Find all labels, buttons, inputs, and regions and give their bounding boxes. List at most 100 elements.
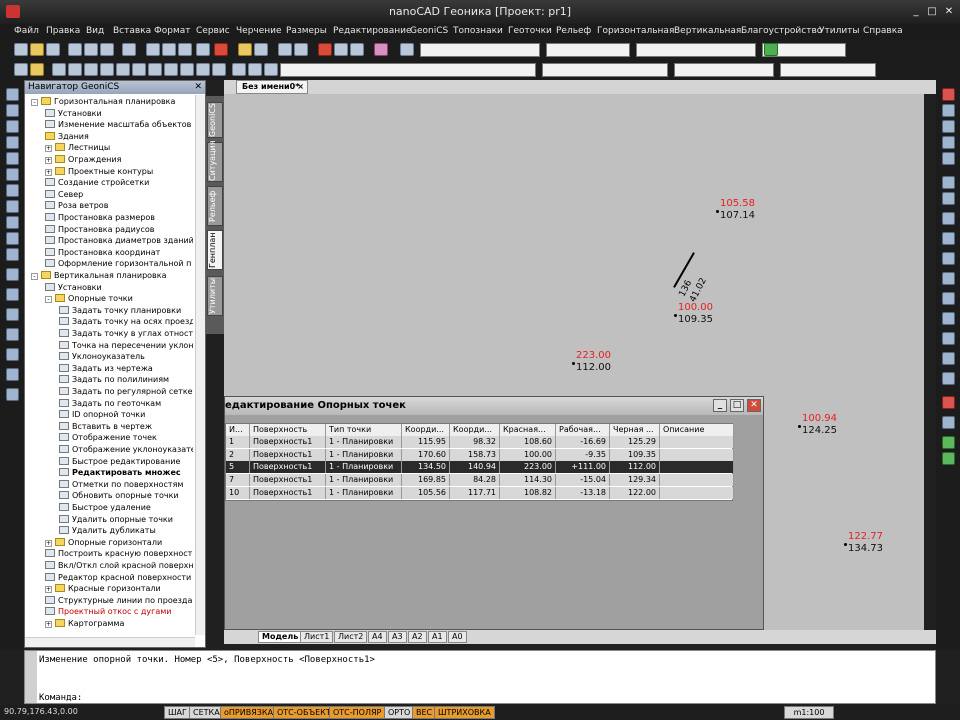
expand-icon[interactable]: + bbox=[45, 145, 52, 153]
grid-cell[interactable]: 158.73 bbox=[450, 448, 500, 461]
move-icon[interactable] bbox=[942, 176, 955, 189]
grid-cell[interactable]: 1 - Планировки bbox=[326, 474, 402, 487]
new-file-icon[interactable] bbox=[14, 43, 28, 56]
text-icon[interactable] bbox=[6, 388, 19, 401]
maximize-icon[interactable]: □ bbox=[924, 5, 940, 19]
layer-manager-icon[interactable] bbox=[14, 63, 28, 76]
document-tab-close-icon[interactable]: × bbox=[297, 81, 304, 93]
hatch-icon[interactable] bbox=[6, 328, 19, 341]
vertical-tab-2[interactable]: Рельеф bbox=[207, 186, 223, 226]
zoom-extents-icon[interactable] bbox=[350, 43, 364, 56]
grid-cell[interactable]: 84.28 bbox=[450, 474, 500, 487]
dialog-close-icon[interactable]: ✕ bbox=[747, 399, 761, 412]
collapse-icon[interactable]: - bbox=[45, 296, 52, 304]
menu-item-13[interactable]: Горизонтальная bbox=[597, 26, 674, 36]
grid-cell[interactable]: 122.00 bbox=[610, 486, 660, 499]
vertical-tab-4[interactable]: Утилиты bbox=[207, 276, 223, 316]
chamfer-icon[interactable] bbox=[942, 352, 955, 365]
coordinate-icon[interactable] bbox=[52, 63, 66, 76]
grid-cell[interactable]: 1 - Планировки bbox=[326, 486, 402, 499]
ellipse-arc-icon[interactable] bbox=[6, 248, 19, 261]
grid-cell[interactable]: -15.04 bbox=[556, 474, 610, 487]
grid-cell[interactable]: 5 bbox=[226, 461, 250, 474]
tree-item[interactable]: Вставить в чертеж bbox=[59, 421, 193, 433]
menu-item-6[interactable]: Черчение bbox=[236, 26, 282, 36]
navigator-hscrollbar[interactable] bbox=[25, 637, 195, 647]
area-icon[interactable] bbox=[116, 63, 130, 76]
table-style-select[interactable] bbox=[636, 43, 756, 57]
grid-cell[interactable]: 115.95 bbox=[402, 436, 450, 448]
status-toggle-6[interactable]: ВЕС bbox=[412, 706, 437, 719]
grid-cell[interactable] bbox=[660, 461, 734, 474]
layer-settings-icon[interactable] bbox=[264, 63, 278, 76]
tree-item[interactable]: Вкл/Откл слой красной поверхн bbox=[45, 560, 193, 572]
lineweight-select[interactable] bbox=[780, 63, 876, 77]
undo-icon[interactable] bbox=[238, 43, 252, 56]
grid-cell[interactable]: 117.71 bbox=[450, 486, 500, 499]
layout-tab-7[interactable]: A0 bbox=[448, 631, 467, 643]
mirror-icon[interactable] bbox=[942, 120, 955, 133]
tree-item[interactable]: Быстрое удаление bbox=[59, 502, 193, 514]
grid-cell[interactable]: 1 - Планировки bbox=[326, 448, 402, 461]
ellipse-icon[interactable] bbox=[6, 232, 19, 245]
grid-cell[interactable]: +111.00 bbox=[556, 461, 610, 474]
bring-front-icon[interactable] bbox=[942, 436, 955, 449]
copy-icon[interactable] bbox=[162, 43, 176, 56]
menu-item-9[interactable]: GeoniCS bbox=[410, 26, 448, 36]
grid-cell[interactable]: 223.00 bbox=[500, 461, 556, 474]
text-style-select[interactable] bbox=[420, 43, 540, 57]
navigator-vscrollbar[interactable] bbox=[195, 95, 205, 635]
dim-linear-icon[interactable] bbox=[132, 63, 146, 76]
lengthen-icon[interactable] bbox=[942, 252, 955, 265]
minimize-icon[interactable]: _ bbox=[908, 5, 924, 19]
revcloud-icon[interactable] bbox=[6, 200, 19, 213]
close-icon[interactable]: ✕ bbox=[941, 5, 957, 19]
line-icon[interactable] bbox=[6, 88, 19, 101]
vertical-tab-1[interactable]: Ситуация bbox=[207, 140, 223, 182]
tree-item[interactable]: Оформление горизонтальной п bbox=[45, 258, 193, 270]
menu-item-0[interactable]: Файл bbox=[14, 26, 39, 36]
table-row[interactable]: 7 Поверхность1 1 - Планировки 169.85 84.28 11… bbox=[226, 474, 734, 487]
tree-item[interactable]: Проектный откос с дугами bbox=[45, 606, 193, 618]
match-properties-icon[interactable] bbox=[196, 43, 210, 56]
tree-item[interactable]: Простановка радиусов bbox=[45, 224, 193, 236]
table-row[interactable]: 5 Поверхность1 1 - Планировки 134.50 140.94 2… bbox=[226, 461, 734, 474]
copy-object-icon[interactable] bbox=[942, 104, 955, 117]
erase-icon[interactable] bbox=[942, 88, 955, 101]
grid-cell[interactable]: Поверхность1 bbox=[250, 448, 326, 461]
tree-item[interactable]: Установки bbox=[45, 108, 193, 120]
stretch-icon[interactable] bbox=[942, 232, 955, 245]
grid-cell[interactable]: 114.30 bbox=[500, 474, 556, 487]
grid-cell[interactable]: 7 bbox=[226, 474, 250, 487]
grid-cell[interactable] bbox=[660, 474, 734, 487]
menu-item-1[interactable]: Правка bbox=[46, 26, 80, 36]
menu-item-12[interactable]: Рельеф bbox=[556, 26, 591, 36]
expand-icon[interactable]: + bbox=[45, 586, 52, 594]
menu-item-15[interactable]: Благоустройство bbox=[741, 26, 822, 36]
join-icon[interactable] bbox=[942, 332, 955, 345]
circle-icon[interactable] bbox=[6, 184, 19, 197]
dialog-maximize-icon[interactable]: □ bbox=[730, 399, 744, 412]
status-toggle-7[interactable]: ШТРИХОВКА bbox=[434, 706, 495, 719]
polyline-icon[interactable] bbox=[6, 120, 19, 133]
layer-select[interactable] bbox=[280, 63, 536, 77]
paste-icon[interactable] bbox=[178, 43, 192, 56]
radius-icon[interactable] bbox=[84, 63, 98, 76]
tree-item[interactable]: Редактор красной поверхности bbox=[45, 572, 193, 584]
tree-item[interactable]: + Ограждения bbox=[45, 154, 193, 166]
offset-icon[interactable] bbox=[942, 136, 955, 149]
tree-item[interactable]: Построить красную поверхност bbox=[45, 548, 193, 560]
grid-cell[interactable] bbox=[660, 436, 734, 448]
make-block-icon[interactable] bbox=[6, 288, 19, 301]
tree-item[interactable]: - Вертикальная планировка bbox=[31, 270, 193, 282]
tree-item[interactable]: Север bbox=[45, 189, 193, 201]
dialog-minimize-icon[interactable]: _ bbox=[713, 399, 727, 412]
grid-cell[interactable]: Поверхность1 bbox=[250, 436, 326, 448]
tree-item[interactable]: + Лестницы bbox=[45, 142, 193, 154]
dim-style-select[interactable] bbox=[546, 43, 630, 57]
tree-item[interactable]: Задать из чертежа bbox=[59, 363, 193, 375]
scale-icon[interactable] bbox=[942, 212, 955, 225]
dim-ordinate-icon[interactable] bbox=[196, 63, 210, 76]
status-toggle-3[interactable]: ОТС-ОБЪЕКТ bbox=[273, 706, 335, 719]
grid-cell[interactable]: 129.34 bbox=[610, 474, 660, 487]
